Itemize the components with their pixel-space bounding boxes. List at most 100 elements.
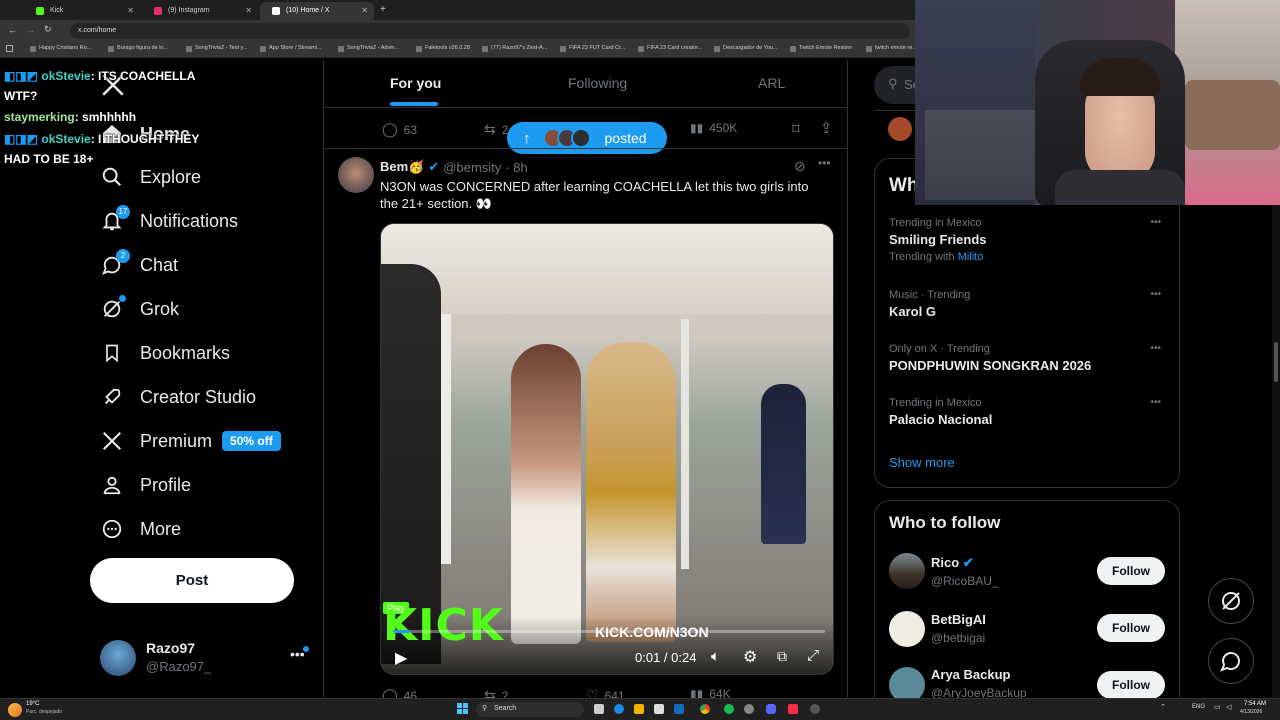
settings-gear-icon[interactable]: ⚙: [743, 647, 757, 667]
new-tab-icon[interactable]: +: [380, 4, 386, 15]
bookmark-item[interactable]: FIFA 23 Card creator...: [638, 45, 702, 52]
messages-floating-button[interactable]: [1208, 638, 1254, 684]
scrollbar-thumb[interactable]: [1274, 342, 1278, 382]
avatar[interactable]: [889, 611, 925, 647]
bookmark-item[interactable]: SongTrivia2 - Advin...: [338, 45, 399, 52]
tab-following[interactable]: Following: [568, 75, 627, 91]
discord-icon[interactable]: [766, 704, 776, 714]
views-action[interactable]: ▮▮ 450K: [690, 121, 737, 135]
windows-start-icon[interactable]: [457, 703, 469, 715]
reload-icon[interactable]: ↻: [44, 24, 52, 35]
suggestion-name-row[interactable]: Rico ✔: [931, 555, 974, 571]
clock-time[interactable]: 7:54 AM: [1244, 701, 1266, 707]
bookmark-item[interactable]: Faletools v26.0.28: [416, 45, 470, 52]
reply-action[interactable]: ◯ 63: [382, 121, 417, 138]
music-icon[interactable]: [788, 704, 798, 714]
app-icon[interactable]: [744, 704, 754, 714]
post-author-name[interactable]: Bem🥳: [380, 159, 424, 175]
browser-tab-kick[interactable]: Kick ✕: [24, 2, 140, 20]
post-author-handle[interactable]: @bemsity: [443, 160, 501, 175]
nav-grok[interactable]: Grok: [100, 293, 179, 325]
more-dots-icon[interactable]: •••: [818, 156, 831, 170]
volume-icon[interactable]: 🔈︎: [711, 648, 720, 665]
new-posts-pill[interactable]: ↑ posted: [507, 122, 667, 154]
app-icon[interactable]: [674, 704, 684, 714]
show-more-link[interactable]: Show more: [889, 455, 955, 470]
play-icon[interactable]: ▶: [395, 648, 407, 668]
trend-extra-link[interactable]: Milito: [958, 251, 984, 263]
forward-icon[interactable]: →: [26, 25, 35, 35]
tab-for-you[interactable]: For you: [390, 75, 441, 91]
post-button[interactable]: Post: [90, 558, 294, 603]
nav-bookmarks[interactable]: Bookmarks: [100, 337, 230, 369]
suggestion-name[interactable]: Arya Backup: [931, 667, 1010, 682]
weather-icon[interactable]: [8, 703, 22, 717]
more-dots-icon[interactable]: •••: [1150, 217, 1161, 228]
close-icon[interactable]: ✕: [245, 6, 252, 15]
suggestion-name[interactable]: BetBigAI: [931, 612, 986, 627]
post-video[interactable]: KICK Play KICK.COM/N3ON ▶ 0:01 / 0:24 🔈︎…: [380, 223, 834, 675]
avatar[interactable]: [889, 553, 925, 589]
bookmark-item[interactable]: App Store / Streami...: [260, 45, 322, 52]
follow-button[interactable]: Follow: [1097, 671, 1165, 699]
bookmark-item[interactable]: twitch emote re...: [866, 45, 917, 52]
store-icon[interactable]: [654, 704, 664, 714]
nav-profile[interactable]: Profile: [100, 469, 191, 501]
browser-tab-instagram[interactable]: (9) Instagram ✕: [142, 2, 258, 20]
taskbar-search[interactable]: ⚲ Search: [476, 702, 584, 717]
bookmark-item[interactable]: (77) Razo97's Zest-A...: [482, 45, 547, 52]
network-icon[interactable]: ▭: [1214, 703, 1221, 711]
bookmark-action-icon[interactable]: ⌑: [792, 120, 800, 138]
trend-title: PONDPHUWIN SONGKRAN 2026: [889, 358, 1092, 373]
app-icon[interactable]: [810, 704, 820, 714]
bookmark-item[interactable]: FIFA 23 FUT Card Cr...: [560, 45, 625, 52]
spotify-icon[interactable]: [724, 704, 734, 714]
close-icon[interactable]: ✕: [127, 6, 134, 15]
follow-button[interactable]: Follow: [1097, 557, 1165, 585]
nav-creator-studio[interactable]: Creator Studio: [100, 381, 256, 413]
more-dots-icon[interactable]: •••: [1150, 397, 1161, 408]
url-input[interactable]: x.com/home: [70, 23, 910, 39]
more-dots-icon[interactable]: •••: [1150, 289, 1161, 300]
avatar[interactable]: [338, 157, 374, 193]
task-view-icon[interactable]: [594, 704, 604, 714]
edge-icon[interactable]: [614, 704, 624, 714]
bookmark-item[interactable]: Twitch Emote Resizer: [790, 45, 852, 52]
picture-in-picture-icon[interactable]: ⧉: [777, 648, 787, 665]
nav-premium-label: Premium: [140, 430, 213, 451]
bookmark-item[interactable]: Burago figura de lo...: [108, 45, 168, 52]
apps-icon[interactable]: [6, 45, 13, 52]
trend-item[interactable]: Music · Trending Karol G •••: [889, 289, 1169, 319]
share-icon[interactable]: ⇪: [820, 119, 833, 137]
nav-premium[interactable]: Premium 50% off: [100, 425, 281, 457]
trend-item[interactable]: Only on X · Trending PONDPHUWIN SONGKRAN…: [889, 343, 1169, 373]
fullscreen-icon[interactable]: ⤢: [807, 647, 819, 664]
trend-item[interactable]: Trending in Mexico Palacio Nacional •••: [889, 397, 1169, 427]
tab-arl[interactable]: ARL: [758, 75, 785, 91]
language-indicator[interactable]: ENG: [1192, 704, 1205, 710]
bookmark-item[interactable]: Happy Cristiano Ro...: [30, 45, 91, 52]
nav-notifications[interactable]: 17 Notifications: [100, 205, 238, 237]
volume-icon[interactable]: ◁: [1226, 703, 1231, 711]
retweet-action[interactable]: ⇆ 2: [484, 121, 508, 138]
bookmark-item[interactable]: SongTrivia2 - Test y...: [186, 45, 247, 52]
browser-tab-x[interactable]: (10) Home / X ✕: [260, 2, 374, 20]
file-explorer-icon[interactable]: [634, 704, 644, 714]
back-icon[interactable]: ←: [8, 25, 17, 35]
tray-chevron-icon[interactable]: ⌃: [1160, 703, 1166, 711]
person-silhouette: [586, 342, 676, 642]
close-icon[interactable]: ✕: [361, 6, 368, 15]
trend-item[interactable]: Trending in Mexico Smiling Friends Trend…: [889, 217, 1169, 263]
clock-date[interactable]: 4/13/2026: [1240, 709, 1262, 715]
video-progress-track[interactable]: [393, 630, 825, 633]
follow-button[interactable]: Follow: [1097, 614, 1165, 642]
grok-floating-button[interactable]: [1208, 578, 1254, 624]
nav-chat[interactable]: 2 Chat: [100, 249, 178, 281]
post-time[interactable]: · 8h: [505, 160, 527, 175]
nav-more[interactable]: More: [100, 513, 181, 545]
account-switcher[interactable]: Razo97 @Razo97_ •••: [100, 638, 310, 678]
chrome-icon[interactable]: [700, 704, 710, 714]
more-dots-icon[interactable]: •••: [1150, 343, 1161, 354]
grok-icon[interactable]: ⊘: [794, 158, 806, 175]
bookmark-item[interactable]: Descargador de You...: [714, 45, 777, 52]
